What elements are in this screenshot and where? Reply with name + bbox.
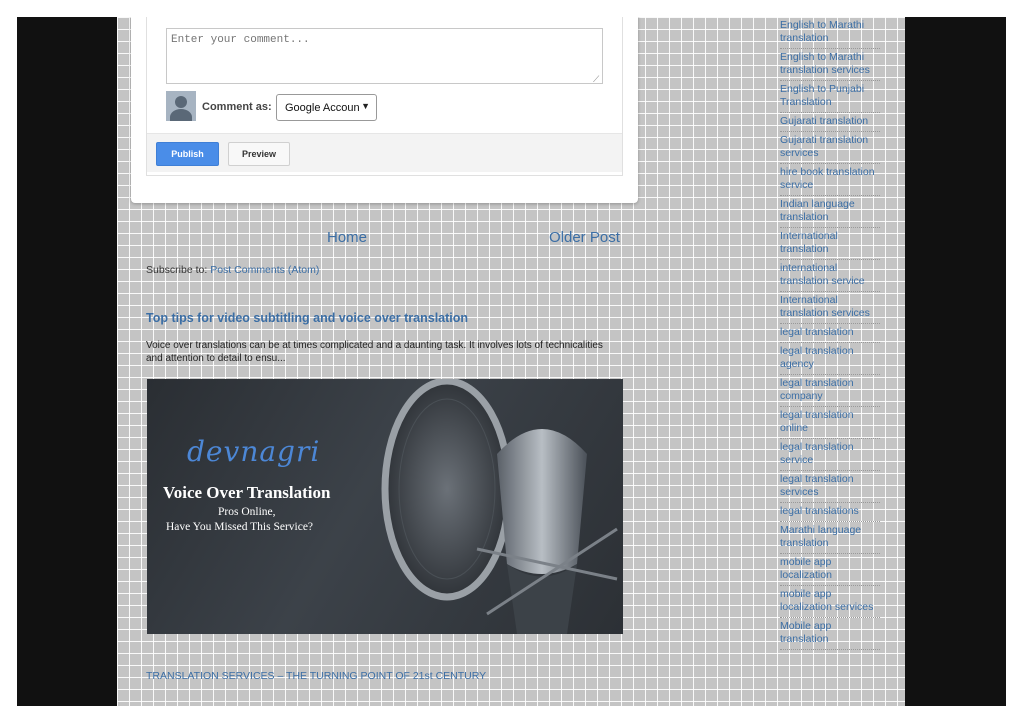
label-link[interactable]: legal translation agency <box>780 343 880 375</box>
label-link[interactable]: English to Marathi translation <box>780 17 880 49</box>
image-subtitle-1: Pros Online, <box>218 506 276 518</box>
avatar-head <box>175 96 187 108</box>
label-link[interactable]: legal translation online <box>780 407 880 439</box>
right-frame <box>905 17 1006 706</box>
subscribe-link[interactable]: Post Comments (Atom) <box>210 264 319 276</box>
resize-grip-icon[interactable]: ⟋ <box>593 75 601 84</box>
label-link[interactable]: Gujarati translation <box>780 113 880 132</box>
microphone-icon <box>381 379 618 634</box>
label-link[interactable]: international translation service <box>780 260 880 292</box>
label-link[interactable]: legal translation services <box>780 471 880 503</box>
label-link[interactable]: Mobile app translation <box>780 618 880 650</box>
avatar <box>166 91 196 121</box>
subscribe-line: Subscribe to: Post Comments (Atom) <box>146 264 319 276</box>
label-link[interactable]: legal translations <box>780 503 880 522</box>
label-link[interactable]: International translation <box>780 228 880 260</box>
label-link[interactable]: International translation services <box>780 292 880 324</box>
label-link[interactable]: legal translation company <box>780 375 880 407</box>
labels-list: English to Marathi translation English t… <box>780 17 880 650</box>
devnagri-logo: devnagri <box>187 435 321 468</box>
older-post-link[interactable]: Older Post <box>549 229 620 246</box>
subscribe-prefix: Subscribe to: <box>146 264 208 276</box>
avatar-shoulders <box>170 109 192 121</box>
post-snippet: Voice over translations can be at times … <box>146 340 603 364</box>
image-subtitle-2: Have You Missed This Service? <box>166 521 314 533</box>
comment-as-label: Comment as: <box>202 101 272 113</box>
chevron-down-icon: ▼ <box>361 101 370 111</box>
post-title-link[interactable]: Top tips for video subtitling and voice … <box>146 311 468 325</box>
account-select-value: Google Accoun <box>285 101 360 114</box>
left-frame <box>17 17 117 706</box>
preview-button[interactable]: Preview <box>228 142 290 166</box>
comment-form: ⟋ Comment as: Google Accoun ▼ Publish Pr… <box>131 17 638 203</box>
label-link[interactable]: Indian language translation <box>780 196 880 228</box>
comment-input[interactable] <box>166 28 603 84</box>
label-link[interactable]: Marathi language translation <box>780 522 880 554</box>
home-link[interactable]: Home <box>327 229 367 246</box>
label-link[interactable]: mobile app localization services <box>780 586 880 618</box>
post-thumbnail[interactable]: devnagri Voice Over Translation Pros Onl… <box>147 379 623 634</box>
image-heading: Voice Over Translation <box>163 483 331 502</box>
label-link[interactable]: mobile app localization <box>780 554 880 586</box>
publish-button[interactable]: Publish <box>156 142 219 166</box>
comment-action-bar: Publish Preview <box>147 133 622 172</box>
label-link[interactable]: hire book translation service <box>780 164 880 196</box>
label-link[interactable]: English to Marathi translation services <box>780 49 880 81</box>
account-select[interactable]: Google Accoun ▼ <box>276 94 377 121</box>
comment-form-inner: ⟋ Comment as: Google Accoun ▼ Publish Pr… <box>146 17 623 176</box>
next-post-link[interactable]: TRANSLATION SERVICES – THE TURNING POINT… <box>146 670 486 682</box>
label-link[interactable]: Gujarati translation services <box>780 132 880 164</box>
label-link[interactable]: legal translation <box>780 324 880 343</box>
page-background: ⟋ Comment as: Google Accoun ▼ Publish Pr… <box>117 17 905 706</box>
label-link[interactable]: legal translation service <box>780 439 880 471</box>
label-link[interactable]: English to Punjabi Translation <box>780 81 880 113</box>
